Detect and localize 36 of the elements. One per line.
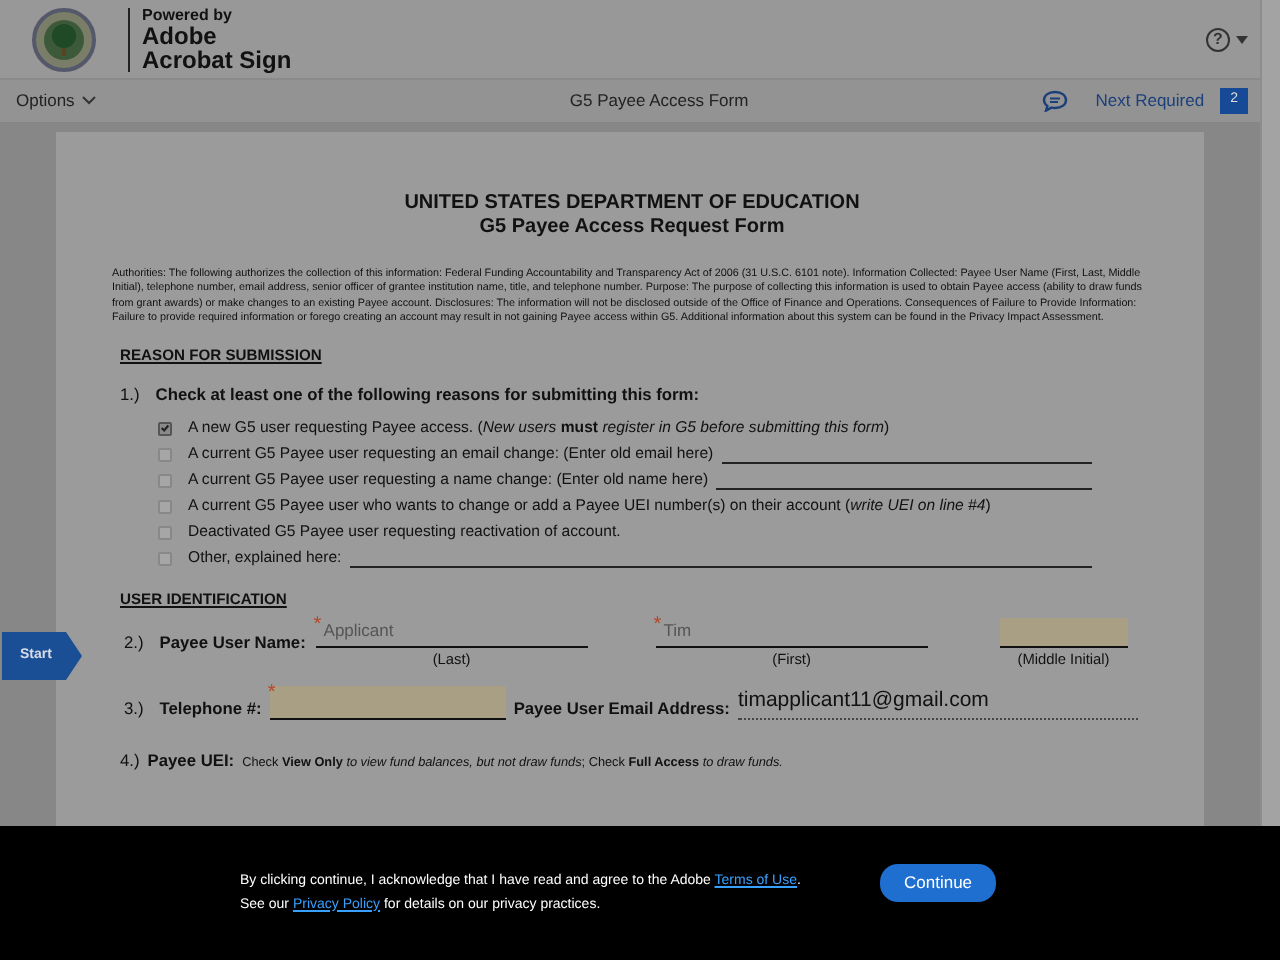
checkbox[interactable]: [158, 421, 172, 436]
field-label: Payee User Name:: [159, 630, 308, 656]
question-number: 2.): [124, 630, 144, 656]
question-label: Check at least one of the following reasons for submitting this form:: [155, 382, 700, 408]
field-label: Payee User Email Address:: [513, 695, 730, 721]
required-mark: *: [313, 612, 322, 641]
required-mark: *: [267, 680, 276, 709]
question-number: 4.): [120, 748, 140, 774]
checkbox[interactable]: [158, 525, 172, 540]
checkbox[interactable]: [158, 473, 172, 488]
form-title: G5 Payee Access Request Form: [477, 216, 787, 240]
question-number: 1.): [120, 382, 140, 408]
caret-icon[interactable]: [1236, 35, 1248, 43]
powered-by-text: Powered by: [142, 7, 234, 23]
required-mark: *: [653, 612, 662, 641]
comment-icon[interactable]: [1041, 90, 1068, 112]
checkbox[interactable]: [158, 499, 172, 514]
input-field[interactable]: timapplicant11@gmail.com: [737, 686, 1138, 721]
input-field[interactable]: [269, 686, 506, 721]
checkbox[interactable]: [158, 551, 172, 566]
seal-logo: [32, 7, 96, 71]
document-heading: UNITED STATES DEPARTMENT OF EDUCATION: [402, 192, 862, 216]
checkbox[interactable]: [158, 447, 172, 462]
document-title: G5 Payee Access Form: [567, 88, 751, 114]
continue-button[interactable]: Continue: [880, 864, 997, 902]
help-icon[interactable]: ?: [1206, 27, 1230, 51]
field-label: Payee UEI:: [147, 748, 235, 774]
chevron-icon[interactable]: [82, 96, 97, 106]
scrollbar[interactable]: [1260, 0, 1280, 826]
question-number: 3.): [124, 695, 144, 721]
brand-name: Acrobat Sign: [142, 47, 292, 71]
next-required-link[interactable]: Next Required: [1095, 88, 1205, 114]
brand-name: Adobe: [142, 23, 217, 47]
input-field[interactable]: [999, 618, 1128, 649]
field-label: Telephone #:: [159, 695, 262, 721]
options-menu[interactable]: Options: [16, 88, 97, 114]
